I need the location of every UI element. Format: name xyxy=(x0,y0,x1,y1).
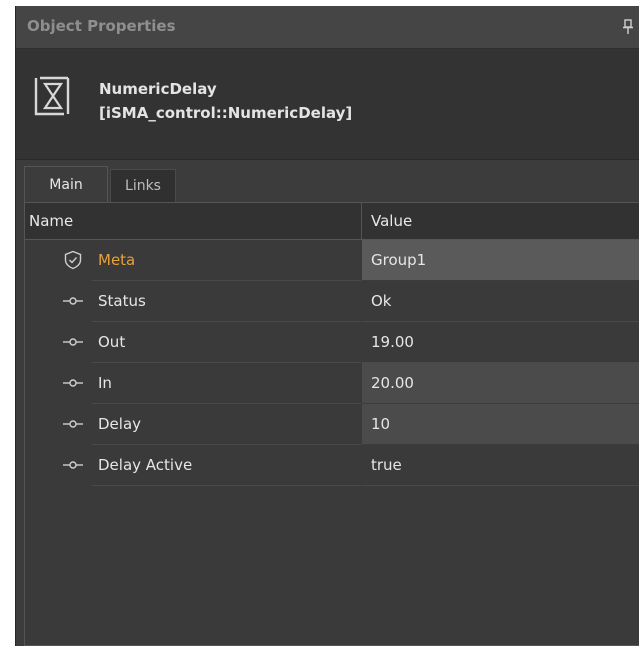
tab-links[interactable]: Links xyxy=(110,169,176,202)
slot-connector-icon xyxy=(63,420,83,428)
property-value: true xyxy=(371,456,402,474)
property-value: Ok xyxy=(371,292,392,310)
property-value[interactable]: 20.00 xyxy=(371,363,414,403)
slot-connector-icon xyxy=(63,379,83,387)
tab-main[interactable]: Main xyxy=(24,166,108,202)
value-cell xyxy=(362,281,639,322)
property-row-status[interactable]: Status Ok xyxy=(25,281,639,322)
slot-connector-icon xyxy=(63,461,83,469)
property-name: Delay Active xyxy=(98,456,193,474)
property-row-in[interactable]: In 20.00 xyxy=(25,363,639,404)
property-row-out[interactable]: Out 19.00 xyxy=(25,322,639,363)
property-value: 19.00 xyxy=(371,333,414,351)
column-header-name[interactable]: Name xyxy=(29,203,73,239)
property-name: Meta xyxy=(98,251,136,269)
panel-title: Object Properties xyxy=(27,17,176,35)
property-name: Out xyxy=(98,333,126,351)
value-cell xyxy=(362,445,639,486)
property-name: In xyxy=(98,374,112,392)
property-name: Delay xyxy=(98,415,142,433)
shield-check-icon xyxy=(64,250,82,270)
property-row-meta[interactable]: Meta Group1 xyxy=(25,240,639,281)
name-cell xyxy=(92,322,361,363)
slot-connector-icon xyxy=(63,338,83,346)
property-row-delay-active[interactable]: Delay Active true xyxy=(25,445,639,486)
property-grid: Name Value Meta Group1 Status Ok Out 19.… xyxy=(24,202,639,646)
pin-icon[interactable] xyxy=(622,19,634,35)
object-header: NumericDelay [iSMA_control::NumericDelay… xyxy=(16,49,639,160)
object-type: [iSMA_control::NumericDelay] xyxy=(99,104,353,122)
column-divider[interactable] xyxy=(361,203,362,239)
column-header-value[interactable]: Value xyxy=(371,203,412,239)
object-name: NumericDelay xyxy=(99,80,217,98)
grid-header: Name Value xyxy=(25,203,639,240)
hourglass-icon xyxy=(34,76,70,116)
slot-connector-icon xyxy=(63,297,83,305)
name-cell xyxy=(92,363,361,404)
property-row-delay[interactable]: Delay 10 xyxy=(25,404,639,445)
object-properties-panel: Object Properties NumericDelay [iSMA_con… xyxy=(15,6,639,646)
property-value[interactable]: 10 xyxy=(371,404,390,444)
panel-titlebar: Object Properties xyxy=(16,6,639,49)
value-cell[interactable] xyxy=(362,404,639,445)
property-value[interactable]: Group1 xyxy=(371,240,426,280)
property-name: Status xyxy=(98,292,146,310)
